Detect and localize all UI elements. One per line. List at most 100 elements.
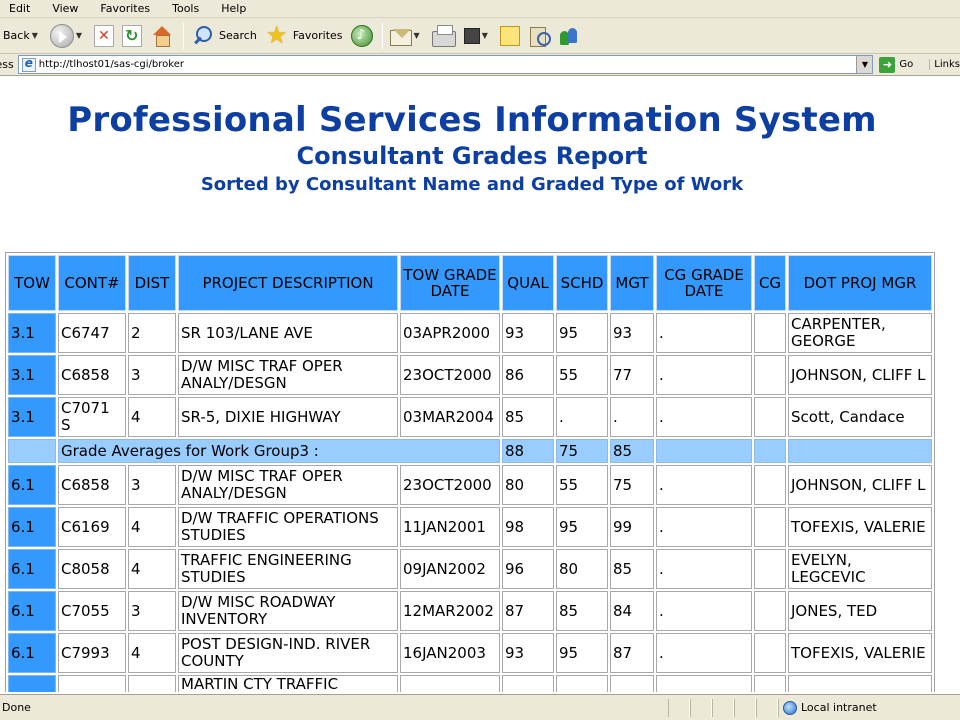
report-header: Professional Services Information System…	[0, 99, 944, 199]
table-row: MARTIN CTY TRAFFIC	[8, 675, 932, 692]
cell-cont: C6858	[58, 465, 126, 505]
cell-qual: 93	[502, 313, 554, 353]
cell-tow: 6.1	[8, 633, 56, 673]
menu-help[interactable]: Help	[212, 0, 259, 18]
cell-mgt: 93	[610, 313, 654, 353]
cell-desc: MARTIN CTY TRAFFIC	[178, 675, 398, 692]
cell-mgr: TOFEXIS, VALERIE	[788, 633, 932, 673]
menu-edit[interactable]: Edit	[0, 0, 43, 18]
cell-avg-schd: 75	[556, 439, 608, 463]
cell-date: 03MAR2004	[400, 397, 500, 437]
header-tow-date: TOW GRADE DATE	[400, 255, 500, 311]
menu-bar: Edit View Favorites Tools Help	[0, 0, 960, 18]
cell-dist: 4	[128, 507, 176, 547]
cell-cg-date: .	[656, 313, 752, 353]
status-pane	[668, 698, 690, 717]
cell-mgt	[610, 675, 654, 692]
address-dropdown-icon[interactable]: ▼	[856, 56, 873, 73]
cell-cont	[58, 675, 126, 692]
cell-dist: 4	[128, 633, 176, 673]
go-button[interactable]: ➜ Go	[879, 56, 914, 73]
cell-dist: 2	[128, 313, 176, 353]
cell-avg-blank	[656, 439, 752, 463]
search-label: Search	[219, 29, 257, 42]
stop-button[interactable]	[91, 21, 117, 51]
table-row: 3.1 C7071 S 4 SR-5, DIXIE HIGHWAY 03MAR2…	[8, 397, 932, 437]
messenger-icon	[558, 25, 580, 47]
mail-button[interactable]: ▼	[387, 21, 427, 51]
security-zone[interactable]: Local intranet	[778, 698, 908, 717]
cell-qual: 86	[502, 355, 554, 395]
edit-dropdown-icon[interactable]: ▼	[482, 31, 488, 40]
cell-qual	[502, 675, 554, 692]
messenger-button[interactable]	[555, 21, 583, 51]
cell-tow: 6.1	[8, 507, 56, 547]
cell-date: 11JAN2001	[400, 507, 500, 547]
discuss-button[interactable]	[497, 21, 523, 51]
go-label: Go	[899, 59, 914, 70]
cell-avg-blank	[754, 439, 786, 463]
mail-dropdown-icon[interactable]: ▼	[414, 31, 420, 40]
refresh-button[interactable]	[119, 21, 145, 51]
cell-mgr: JONES, TED	[788, 591, 932, 631]
menu-view[interactable]: View	[43, 0, 91, 18]
home-button[interactable]	[147, 21, 177, 51]
address-input[interactable]: http://tlhost01/sas-cgi/broker	[39, 59, 857, 70]
cell-qual: 85	[502, 397, 554, 437]
table-row: 6.1 C7055 3 D/W MISC ROADWAY INVENTORY 1…	[8, 591, 932, 631]
cell-tow: 3.1	[8, 397, 56, 437]
media-button[interactable]	[348, 21, 376, 51]
table-row: 6.1 C7993 4 POST DESIGN-IND. RIVER COUNT…	[8, 633, 932, 673]
forward-button[interactable]: ▼	[47, 21, 89, 51]
cell-cont: C8058	[58, 549, 126, 589]
header-cont: CONT#	[58, 255, 126, 311]
cell-tow	[8, 675, 56, 692]
search-button[interactable]: Search	[188, 21, 260, 51]
cell-date: 16JAN2003	[400, 633, 500, 673]
cell-cont: C7993	[58, 633, 126, 673]
table-row: 3.1 C6858 3 D/W MISC TRAF OPER ANALY/DES…	[8, 355, 932, 395]
cell-date: 03APR2000	[400, 313, 500, 353]
header-desc: PROJECT DESCRIPTION	[178, 255, 398, 311]
table-row: 6.1 C8058 4 TRAFFIC ENGINEERING STUDIES …	[8, 549, 932, 589]
cell-schd: 55	[556, 465, 608, 505]
back-button[interactable]: Back ▼	[0, 21, 45, 51]
cell-mgt: .	[610, 397, 654, 437]
address-field[interactable]: http://tlhost01/sas-cgi/broker ▼	[17, 55, 874, 74]
favorites-label: Favorites	[292, 29, 343, 42]
cell-mgt: 87	[610, 633, 654, 673]
edit-icon	[463, 27, 480, 44]
printer-icon	[431, 24, 456, 47]
cell-cg	[754, 549, 786, 589]
research-button[interactable]	[525, 21, 553, 51]
cell-date	[400, 675, 500, 692]
cell-cg-date: .	[656, 633, 752, 673]
cell-cg-date: .	[656, 355, 752, 395]
zone-label: Local intranet	[801, 701, 877, 714]
refresh-icon	[122, 24, 143, 47]
cell-mgt: 75	[610, 465, 654, 505]
cell-schd: .	[556, 397, 608, 437]
cell-qual: 87	[502, 591, 554, 631]
cell-desc: D/W MISC TRAF OPER ANALY/DESGN	[178, 465, 398, 505]
cell-dist	[128, 675, 176, 692]
links-button[interactable]: Links	[929, 59, 960, 70]
favorites-button[interactable]: Favorites	[262, 21, 346, 51]
menu-tools[interactable]: Tools	[163, 0, 212, 18]
cell-schd: 85	[556, 591, 608, 631]
print-button[interactable]	[429, 21, 459, 51]
cell-date: 12MAR2002	[400, 591, 500, 631]
cell-cg-date: .	[656, 591, 752, 631]
cell-dist: 3	[128, 591, 176, 631]
back-dropdown-icon[interactable]: ▼	[32, 31, 38, 40]
cell-schd	[556, 675, 608, 692]
menu-favorites[interactable]: Favorites	[91, 0, 163, 18]
edit-button[interactable]: ▼	[461, 21, 495, 51]
research-icon	[528, 25, 551, 47]
grades-table: TOW CONT# DIST PROJECT DESCRIPTION TOW G…	[5, 252, 935, 692]
cell-mgt: 84	[610, 591, 654, 631]
forward-dropdown-icon[interactable]: ▼	[76, 31, 82, 40]
cell-cont: C6747	[58, 313, 126, 353]
cell-dist: 4	[128, 549, 176, 589]
cell-cont: C6169	[58, 507, 126, 547]
